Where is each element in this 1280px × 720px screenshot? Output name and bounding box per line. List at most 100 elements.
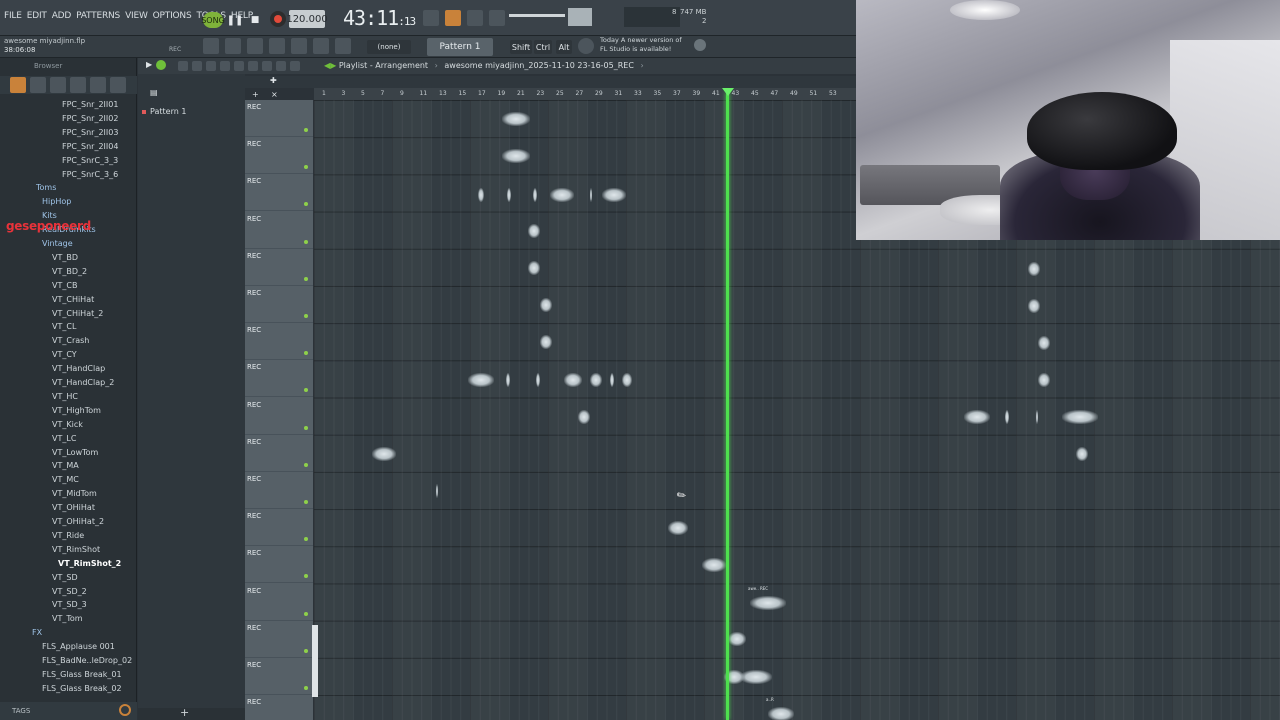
draw-tool-icon[interactable] [178,61,188,71]
clip-header[interactable] [1026,289,1042,294]
clip-header[interactable]: a..R [766,697,796,702]
track-active-led[interactable] [304,537,308,542]
browser-item[interactable]: VT_CHiHat [52,293,94,307]
clip-header[interactable] [430,474,444,479]
mute-tool-icon[interactable] [220,61,230,71]
picker-pattern-item[interactable]: Pattern 1 [142,107,186,116]
audio-clip[interactable] [996,400,1018,430]
browser-item[interactable]: VT_BD [52,251,78,265]
browser-item[interactable]: VT_HC [52,390,78,404]
clip-header[interactable] [500,139,532,144]
track-header[interactable]: REC [245,174,313,212]
browser-item[interactable]: VT_CY [52,348,77,362]
browser-item[interactable]: VT_MC [52,473,79,487]
browser-item[interactable]: FLS_Glass Break_01 [42,668,122,682]
browser-item[interactable]: VT_MidTom [52,487,97,501]
browser-item[interactable]: VT_RimShot [52,543,100,557]
clip-header[interactable] [466,363,496,368]
track-header[interactable]: REC [245,323,313,361]
track-header[interactable]: REC [245,546,313,584]
refresh-icon[interactable] [578,38,594,54]
audio-clip[interactable] [370,437,398,467]
song-mode-toggle[interactable]: SONG [201,12,225,28]
track-active-led[interactable] [304,202,308,207]
microphone-icon[interactable] [335,38,351,54]
track-header[interactable]: REC [245,695,313,720]
mixer-icon[interactable] [269,38,285,54]
news-panel[interactable]: Today A newer version of FL Studio is av… [600,36,682,54]
track-header[interactable]: REC [245,472,313,509]
browser-item[interactable]: FPC_SnrC_3_3 [62,154,118,168]
track-active-led[interactable] [304,128,308,132]
arrow-right-icon[interactable] [313,38,329,54]
track-header[interactable]: REC [245,100,313,137]
playback-tool-icon[interactable] [290,61,300,71]
browser-item[interactable]: FPC_Snr_2II01 [62,98,118,112]
clip-header[interactable] [538,288,554,293]
clip-header[interactable] [500,178,518,183]
track-active-led[interactable] [304,165,308,170]
track-active-led[interactable] [304,388,308,393]
tempo-display[interactable]: 120.000 [286,10,328,28]
ctrl-key-button[interactable]: Ctrl [534,40,552,54]
audio-clip[interactable] [666,511,690,541]
audio-clip[interactable] [466,363,496,393]
audio-clip[interactable] [1026,252,1042,282]
pattern-selector[interactable]: Pattern 1 [427,38,493,56]
clip-header[interactable] [524,178,546,183]
record-button[interactable] [270,11,286,27]
plugin-picker-icon[interactable] [291,38,307,54]
slice-tool-icon[interactable] [248,61,258,71]
clip-header[interactable] [588,363,604,368]
alt-key-button[interactable]: Alt [556,40,572,54]
track-header[interactable]: REC [245,584,313,621]
playlist-window-icon[interactable] [203,38,219,54]
audio-clip[interactable] [538,325,554,355]
playhead[interactable] [726,92,729,720]
clip-header[interactable] [526,251,542,256]
track-active-led[interactable] [304,425,308,430]
audio-clip[interactable] [600,178,628,208]
snap-selector[interactable]: (none) [367,40,411,54]
audio-clip[interactable] [430,474,444,504]
audio-clip[interactable] [1026,289,1042,319]
overview-bar[interactable] [138,76,856,88]
audio-clip[interactable]: awe.. REC [748,586,788,616]
clip-header[interactable] [466,178,496,183]
browser-item[interactable]: VT_RimShot_2 [58,557,121,571]
metronome-icon[interactable] [445,10,461,26]
clip-header[interactable] [548,178,576,183]
browser-item[interactable]: FPC_Snr_2II02 [62,112,118,126]
audio-clip[interactable] [726,622,748,652]
clip-header[interactable] [1060,400,1100,405]
track-header[interactable]: REC [245,398,313,435]
clip-header[interactable] [666,511,690,516]
browser-item[interactable]: FLS_Applause 001 [42,640,115,654]
browser-item[interactable]: FLS_BadNe..leDrop_02 [42,654,132,668]
menu-view[interactable]: VIEW [125,11,148,21]
browser-item[interactable]: VT_Crash [52,334,89,348]
audio-clip[interactable] [1036,363,1052,393]
menu-options[interactable]: OPTIONS [153,11,192,21]
clip-header[interactable] [726,622,748,627]
audio-clip[interactable] [1074,437,1090,467]
browser-back-icon[interactable] [50,77,66,93]
browser-item[interactable]: FX [32,626,42,640]
audio-clip[interactable] [500,178,518,208]
clip-header[interactable] [526,214,542,219]
browser-item[interactable]: Toms [36,181,56,195]
menu-patterns[interactable]: PATTERNS [76,11,120,21]
browser-item[interactable]: HipHop [42,195,71,209]
clip-header[interactable] [700,548,728,553]
browser-item[interactable]: VT_CB [52,279,77,293]
track-header[interactable]: REC [245,509,313,547]
browser-options-icon[interactable] [10,77,26,93]
clip-header[interactable] [1030,400,1044,405]
audio-clip[interactable] [500,102,532,132]
browser-item[interactable]: FPC_SnrC_3_6 [62,168,118,182]
audio-clip[interactable] [588,363,604,393]
wait-for-input-icon[interactable] [467,10,483,26]
playhead-marker[interactable] [722,88,734,96]
browser-item[interactable]: VT_OHiHat [52,501,95,515]
track-active-led[interactable] [304,500,308,504]
